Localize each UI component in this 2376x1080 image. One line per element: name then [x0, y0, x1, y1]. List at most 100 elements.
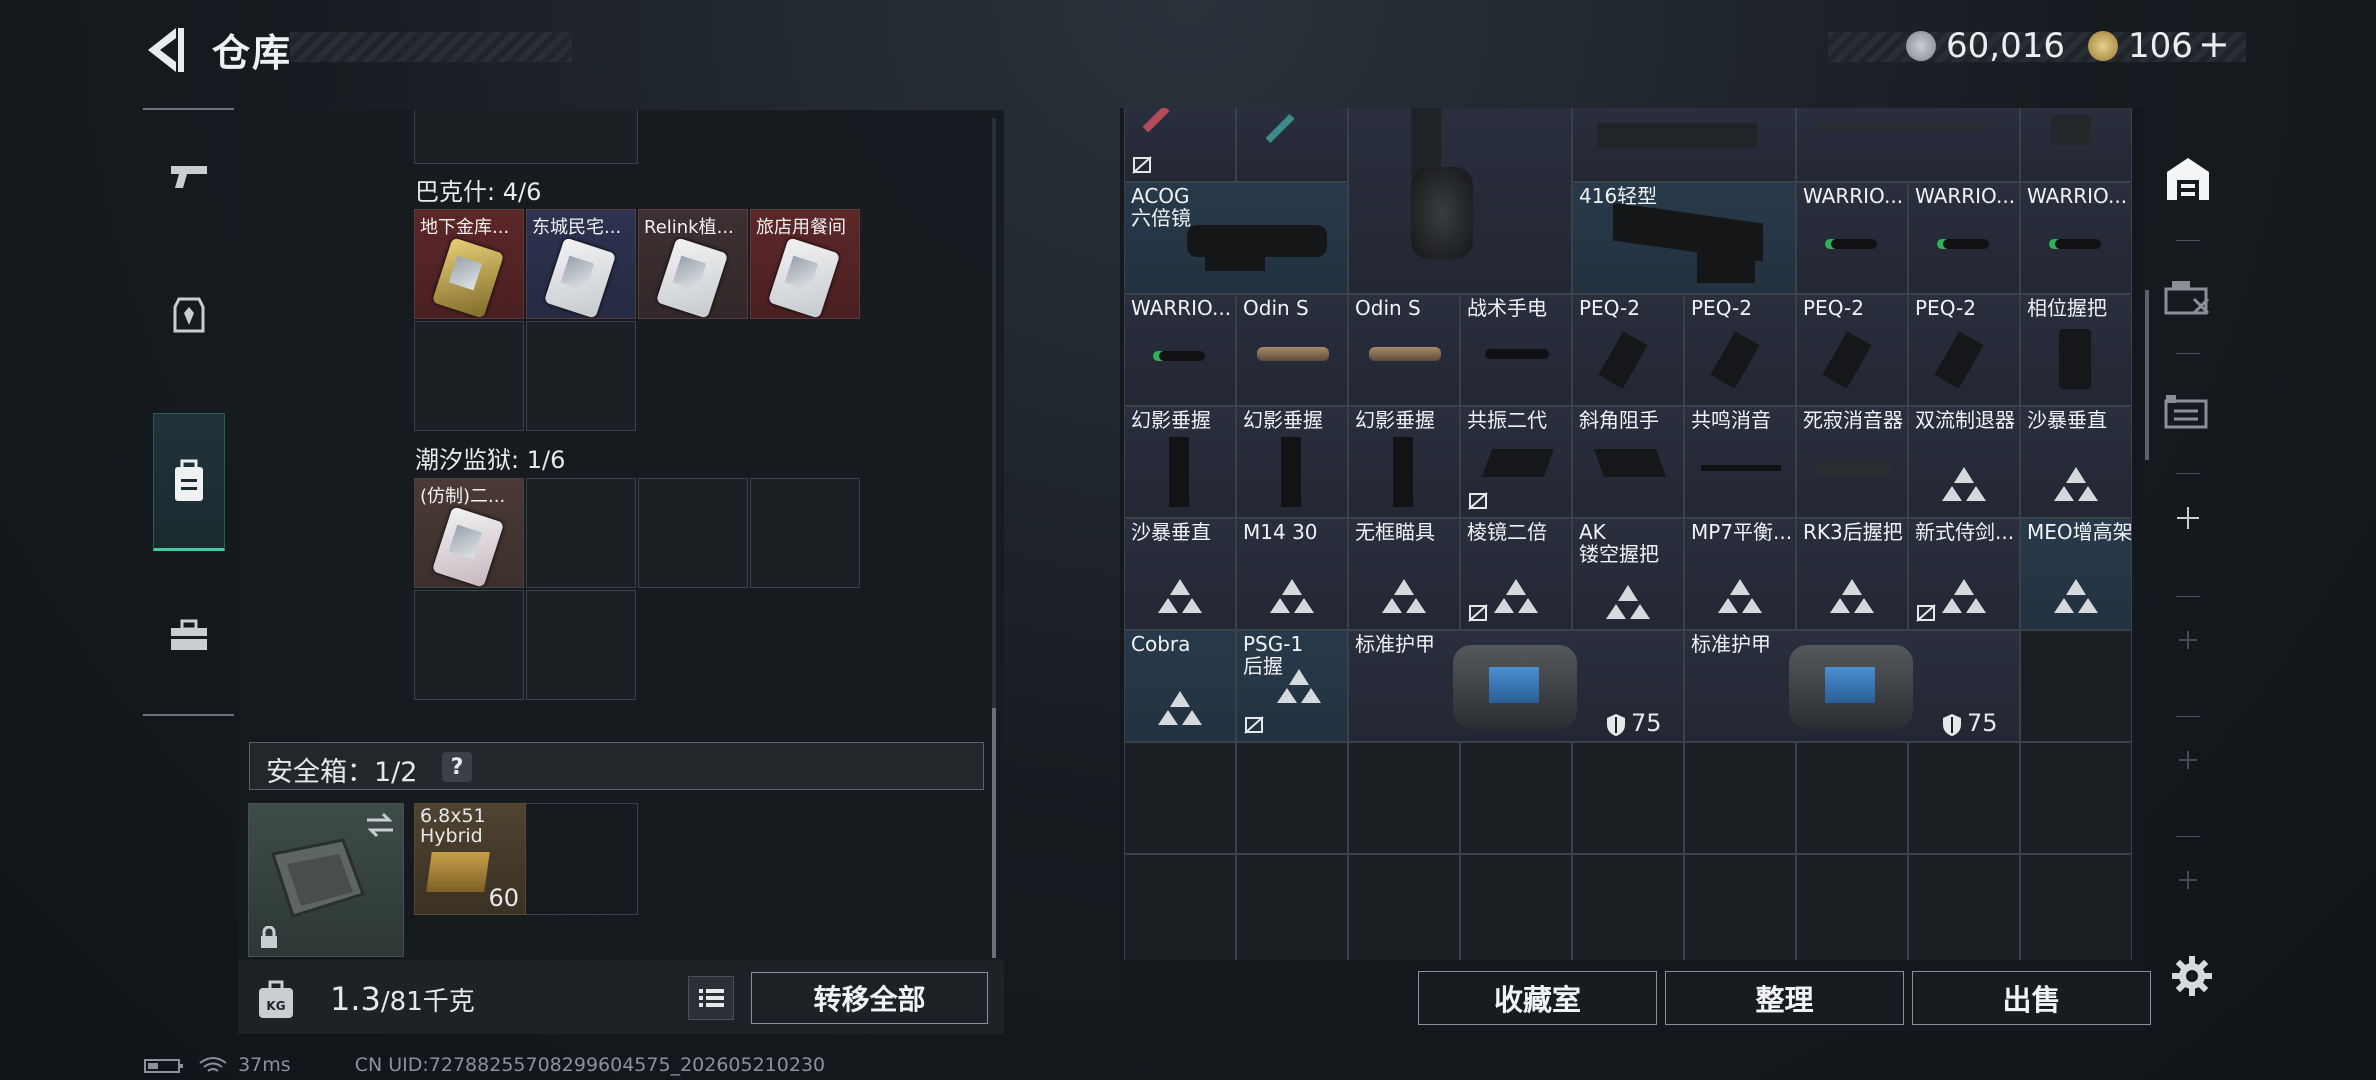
- grid-cell[interactable]: [2020, 630, 2132, 742]
- item-slot[interactable]: 双流制退器: [1908, 406, 2020, 518]
- grid-cell[interactable]: [1572, 854, 1684, 960]
- placeholder-triangle-icon: [1270, 579, 1314, 613]
- list-view-button[interactable]: [688, 976, 734, 1020]
- gear-icon[interactable]: [2170, 954, 2214, 998]
- grid-cell[interactable]: [1684, 742, 1796, 854]
- item-slot[interactable]: 死寂消音器: [1796, 406, 1908, 518]
- item-slot[interactable]: [1796, 108, 2020, 182]
- plus-icon: [2179, 871, 2197, 889]
- grid-cell[interactable]: [1124, 742, 1236, 854]
- item-slot[interactable]: 无框瞄具: [1348, 518, 1460, 630]
- help-button[interactable]: ?: [442, 752, 472, 782]
- item-slot[interactable]: RK3后握把: [1796, 518, 1908, 630]
- grid-cell[interactable]: [1572, 742, 1684, 854]
- keycard-slot[interactable]: (仿制)二...: [414, 478, 524, 588]
- grid-cell[interactable]: [414, 321, 524, 431]
- sort-button[interactable]: 整理: [1665, 971, 1904, 1025]
- item-slot[interactable]: Cobra: [1124, 630, 1236, 742]
- grid-cell[interactable]: [2020, 742, 2132, 854]
- keycard-slot[interactable]: 旅店用餐间: [750, 209, 860, 319]
- item-slot[interactable]: MEO增高架: [2020, 518, 2132, 630]
- nav-supplies[interactable]: [143, 570, 234, 700]
- item-slot[interactable]: PEQ-2: [1684, 294, 1796, 406]
- item-slot[interactable]: 斜角阻手: [1572, 406, 1684, 518]
- nav-equipment[interactable]: [143, 250, 234, 380]
- item-slot[interactable]: Odin S: [1348, 294, 1460, 406]
- left-scrollbar-thumb[interactable]: [992, 708, 996, 958]
- item-slot[interactable]: 幻影垂握: [1124, 406, 1236, 518]
- item-slot-acog[interactable]: ACOG 六倍镜: [1124, 182, 1348, 294]
- secure-case-slot[interactable]: [248, 803, 404, 957]
- grid-cell[interactable]: [638, 478, 748, 588]
- item-slot[interactable]: AK 镂空握把: [1572, 518, 1684, 630]
- tab-storage-3[interactable]: [2148, 360, 2228, 460]
- item-slot-armor[interactable]: 标准护甲 75: [1348, 630, 1684, 742]
- item-slot[interactable]: 棱镜二倍: [1460, 518, 1572, 630]
- tab-warehouse-main[interactable]: [2148, 128, 2228, 228]
- item-slot[interactable]: 幻影垂握: [1348, 406, 1460, 518]
- grid-cell[interactable]: [1684, 854, 1796, 960]
- item-slot[interactable]: [1124, 108, 1236, 182]
- add-storage-button[interactable]: [2148, 486, 2228, 550]
- item-slot[interactable]: Odin S: [1236, 294, 1348, 406]
- grid-cell[interactable]: [1236, 854, 1348, 960]
- item-slot-stock[interactable]: 416轻型: [1572, 182, 1796, 294]
- nav-backpack[interactable]: [153, 413, 225, 551]
- grid-cell[interactable]: [526, 321, 636, 431]
- item-slot[interactable]: 共鸣消音: [1684, 406, 1796, 518]
- item-name: 无框瞄具: [1355, 520, 1435, 544]
- item-slot[interactable]: MP7平衡...: [1684, 518, 1796, 630]
- item-slot[interactable]: 相位握把: [2020, 294, 2132, 406]
- grid-cell[interactable]: [1124, 854, 1236, 960]
- grid-cell[interactable]: [1908, 742, 2020, 854]
- item-slot-armor[interactable]: 标准护甲 75: [1684, 630, 2020, 742]
- item-slot[interactable]: PEQ-2: [1572, 294, 1684, 406]
- item-slot-drum-magazine[interactable]: [1348, 108, 1572, 294]
- tab-storage-2[interactable]: [2148, 246, 2228, 346]
- keycard-slot[interactable]: Relink植...: [638, 209, 748, 319]
- item-slot[interactable]: [1572, 108, 1796, 182]
- sell-button[interactable]: 出售: [1912, 971, 2151, 1025]
- item-name: 幻影垂握: [1243, 408, 1323, 432]
- keycard-slot[interactable]: 地下金库...: [414, 209, 524, 319]
- grid-cell[interactable]: [1236, 742, 1348, 854]
- grid-cell[interactable]: [1348, 742, 1460, 854]
- item-slot[interactable]: WARRIO...: [1908, 182, 2020, 294]
- item-slot[interactable]: 战术手电: [1460, 294, 1572, 406]
- item-slot[interactable]: 沙暴垂直: [2020, 406, 2132, 518]
- item-slot[interactable]: M14 30: [1236, 518, 1348, 630]
- collection-room-button[interactable]: 收藏室: [1418, 971, 1657, 1025]
- item-slot[interactable]: PEQ-2: [1796, 294, 1908, 406]
- grid-cell[interactable]: [526, 590, 636, 700]
- item-slot[interactable]: PSG-1 后握: [1236, 630, 1348, 742]
- item-slot[interactable]: 幻影垂握: [1236, 406, 1348, 518]
- item-name: 地下金库...: [420, 217, 510, 238]
- keycard-slot[interactable]: 东城民宅...: [526, 209, 636, 319]
- item-slot[interactable]: 新式侍剑...: [1908, 518, 2020, 630]
- item-slot[interactable]: 沙暴垂直: [1124, 518, 1236, 630]
- grid-cell[interactable]: [414, 590, 524, 700]
- back-arrow-icon[interactable]: [138, 22, 188, 78]
- item-slot[interactable]: WARRIO...: [1796, 182, 1908, 294]
- grid-cell[interactable]: [1908, 854, 2020, 960]
- item-slot[interactable]: WARRIO...: [1124, 294, 1236, 406]
- item-slot[interactable]: PEQ-2: [1908, 294, 2020, 406]
- secure-case-image: [271, 838, 365, 918]
- swap-icon[interactable]: [363, 810, 397, 840]
- grid-cell[interactable]: [2020, 854, 2132, 960]
- item-slot[interactable]: 共振二代: [1460, 406, 1572, 518]
- item-slot[interactable]: WARRIO...: [2020, 182, 2132, 294]
- grid-cell[interactable]: [1460, 742, 1572, 854]
- item-slot[interactable]: [2020, 108, 2132, 182]
- transfer-all-button[interactable]: 转移全部: [751, 972, 988, 1024]
- grid-cell[interactable]: [1460, 854, 1572, 960]
- grid-cell[interactable]: [1796, 742, 1908, 854]
- ammo-item[interactable]: 6.8x51 Hybrid 60: [414, 803, 526, 915]
- nav-weapons[interactable]: [143, 110, 234, 240]
- item-slot[interactable]: [1236, 108, 1348, 182]
- add-gold-button[interactable]: +: [2198, 22, 2230, 66]
- grid-cell[interactable]: [1348, 854, 1460, 960]
- grid-cell[interactable]: [526, 478, 636, 588]
- grid-cell[interactable]: [750, 478, 860, 588]
- grid-cell[interactable]: [1796, 854, 1908, 960]
